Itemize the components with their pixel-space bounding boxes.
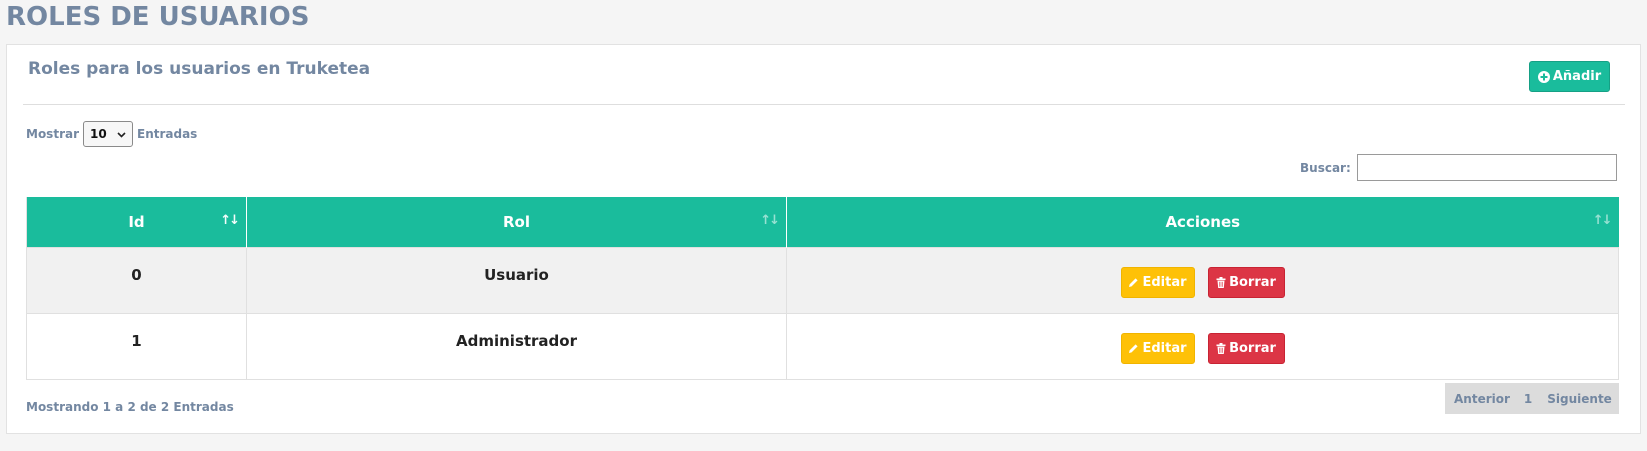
- column-label: Acciones: [1165, 213, 1241, 231]
- header-divider: [23, 104, 1625, 105]
- column-label: Rol: [503, 213, 530, 231]
- edit-label: Editar: [1142, 275, 1187, 290]
- trash-icon: [1216, 343, 1226, 354]
- edit-button[interactable]: Editar: [1120, 267, 1195, 298]
- delete-button[interactable]: Borrar: [1207, 333, 1285, 364]
- entries-per-page-select[interactable]: 10: [83, 121, 133, 147]
- search-input[interactable]: [1356, 154, 1617, 181]
- pagination-next[interactable]: Siguiente: [1547, 392, 1612, 406]
- cell-id: 1: [26, 313, 247, 380]
- table-info: Mostrando 1 a 2 de 2 Entradas: [26, 400, 234, 414]
- column-label: Id: [128, 213, 145, 231]
- roles-table: Id ↑↓ Rol ↑↓ Acciones ↑↓ 0 Usuario Edita…: [26, 197, 1619, 380]
- pencil-icon: [1128, 277, 1139, 288]
- entries-length-control: Mostrar 10 Entradas: [26, 121, 197, 147]
- delete-label: Borrar: [1229, 341, 1276, 356]
- cell-actions: Editar Borrar: [786, 247, 1619, 314]
- trash-icon: [1216, 277, 1226, 288]
- column-header-acciones[interactable]: Acciones ↑↓: [786, 197, 1619, 248]
- delete-button[interactable]: Borrar: [1207, 267, 1285, 298]
- edit-label: Editar: [1142, 341, 1187, 356]
- cell-rol: Usuario: [246, 247, 787, 314]
- roles-card: Roles para los usuarios en Truketea Añad…: [6, 44, 1641, 434]
- page-title: ROLES DE USUARIOS: [6, 2, 310, 32]
- pagination: Anterior 1 Siguiente: [1445, 383, 1619, 414]
- role-id: 1: [131, 332, 142, 350]
- card-title: Roles para los usuarios en Truketea: [28, 59, 371, 79]
- search-control: Buscar:: [1300, 154, 1617, 181]
- add-button-label: Añadir: [1552, 69, 1602, 84]
- entries-selected-value: 10: [90, 127, 107, 141]
- length-prefix: Mostrar: [26, 127, 79, 141]
- sort-icon: ↑↓: [220, 213, 240, 228]
- length-suffix: Entradas: [137, 127, 198, 141]
- cell-id: 0: [26, 247, 247, 314]
- delete-label: Borrar: [1229, 275, 1276, 290]
- pagination-previous[interactable]: Anterior: [1454, 392, 1510, 406]
- cell-rol: Administrador: [246, 313, 787, 380]
- search-label: Buscar:: [1300, 160, 1351, 175]
- pencil-icon: [1128, 343, 1139, 354]
- chevron-down-icon: [117, 127, 126, 141]
- plus-circle-icon: [1537, 70, 1550, 83]
- edit-button[interactable]: Editar: [1120, 333, 1195, 364]
- sort-icon: ↑↓: [760, 213, 780, 228]
- role-id: 0: [131, 266, 142, 284]
- sort-icon: ↑↓: [1592, 213, 1613, 228]
- column-header-id[interactable]: Id ↑↓: [26, 197, 247, 248]
- role-name: Usuario: [484, 266, 549, 284]
- column-header-rol[interactable]: Rol ↑↓: [246, 197, 787, 248]
- cell-actions: Editar Borrar: [786, 313, 1619, 380]
- table-header-row: Id ↑↓ Rol ↑↓ Acciones ↑↓: [26, 197, 1619, 248]
- add-role-button[interactable]: Añadir: [1529, 61, 1610, 92]
- table-row: 0 Usuario Editar Borrar: [26, 247, 1619, 314]
- role-name: Administrador: [456, 332, 577, 350]
- table-row: 1 Administrador Editar Borrar: [26, 313, 1619, 380]
- pagination-page-1[interactable]: 1: [1524, 392, 1532, 406]
